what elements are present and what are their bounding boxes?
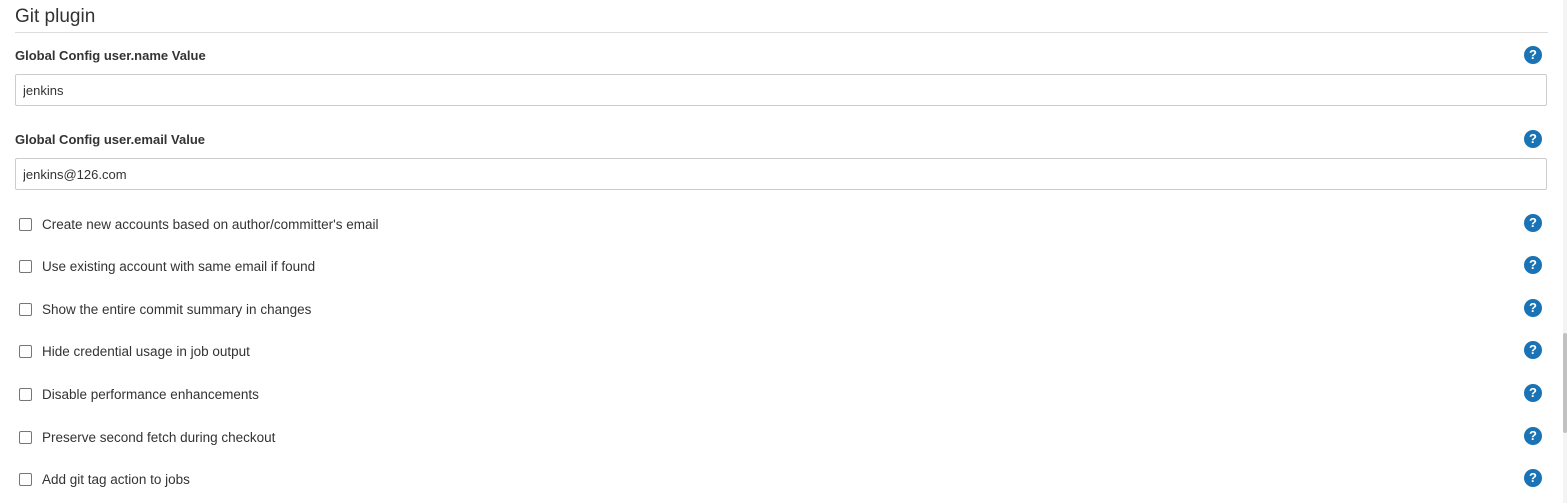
checkbox[interactable] — [19, 344, 32, 358]
help-icon[interactable]: ? — [1524, 427, 1542, 445]
user-name-label: Global Config user.name Value — [15, 48, 206, 63]
git-plugin-config-page: Git plugin Global Config user.name Value… — [0, 0, 1567, 503]
checkbox[interactable] — [19, 217, 32, 231]
checkbox[interactable] — [19, 472, 32, 486]
scrollbar-thumb[interactable] — [1563, 333, 1567, 433]
option-label: Add git tag action to jobs — [42, 471, 190, 487]
checkbox[interactable] — [19, 387, 32, 401]
user-name-input[interactable] — [15, 74, 1547, 106]
option-show-commit-summary[interactable]: Show the entire commit summary in change… — [19, 299, 311, 319]
option-label: Disable performance enhancements — [42, 386, 259, 402]
checkbox[interactable] — [19, 430, 32, 444]
help-icon[interactable]: ? — [1524, 384, 1542, 402]
section-divider — [15, 32, 1548, 33]
option-disable-performance[interactable]: Disable performance enhancements — [19, 384, 259, 404]
help-icon[interactable]: ? — [1524, 256, 1542, 274]
help-icon[interactable]: ? — [1524, 214, 1542, 232]
option-use-existing-account[interactable]: Use existing account with same email if … — [19, 256, 315, 276]
checkbox[interactable] — [19, 259, 32, 273]
option-add-git-tag-action[interactable]: Add git tag action to jobs — [19, 469, 190, 489]
user-email-label: Global Config user.email Value — [15, 132, 205, 147]
help-icon[interactable]: ? — [1524, 130, 1542, 148]
option-label: Show the entire commit summary in change… — [42, 301, 312, 317]
option-label: Hide credential usage in job output — [42, 343, 250, 359]
option-label: Use existing account with same email if … — [42, 258, 316, 274]
help-icon[interactable]: ? — [1524, 299, 1542, 317]
option-hide-credential-usage[interactable]: Hide credential usage in job output — [19, 341, 250, 361]
help-icon[interactable]: ? — [1524, 469, 1542, 487]
help-icon[interactable]: ? — [1524, 341, 1542, 359]
help-icon[interactable]: ? — [1524, 46, 1542, 64]
option-create-accounts[interactable]: Create new accounts based on author/comm… — [19, 214, 379, 234]
checkbox[interactable] — [19, 302, 32, 316]
option-label: Preserve second fetch during checkout — [42, 429, 276, 445]
option-label: Create new accounts based on author/comm… — [42, 216, 379, 232]
option-preserve-second-fetch[interactable]: Preserve second fetch during checkout — [19, 427, 275, 447]
user-email-input[interactable] — [15, 158, 1547, 190]
section-title: Git plugin — [15, 6, 96, 27]
